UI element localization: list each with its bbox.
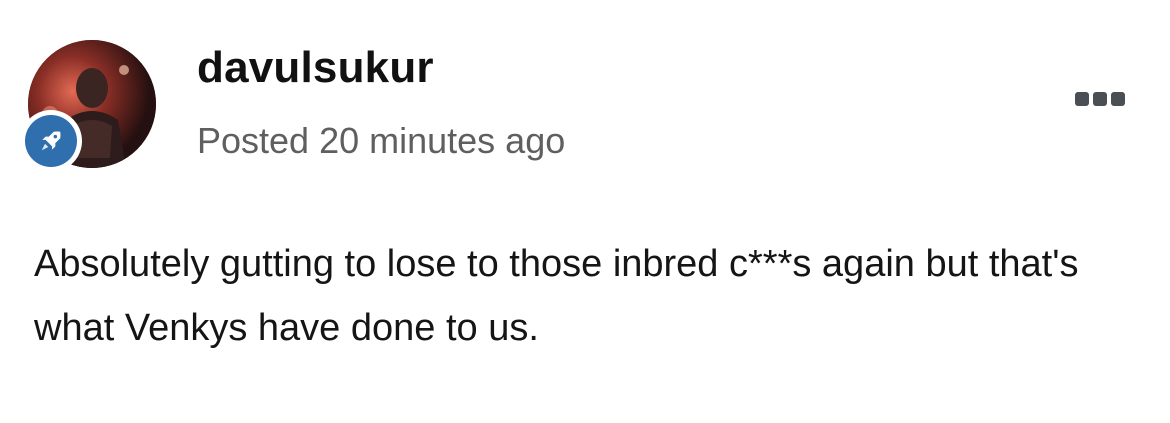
- more-options-icon-dot: [1111, 92, 1125, 106]
- forum-post: davulsukur Posted 20 minutes ago Absolut…: [0, 0, 1170, 423]
- username[interactable]: davulsukur: [197, 40, 434, 96]
- author-avatar-group[interactable]: [20, 40, 160, 172]
- user-badge: [20, 110, 82, 172]
- more-options-button[interactable]: [1068, 84, 1132, 114]
- post-content: Absolutely gutting to lose to those inbr…: [34, 243, 1079, 349]
- more-options-icon-dot: [1093, 92, 1107, 106]
- post-timestamp: Posted 20 minutes ago: [197, 120, 566, 161]
- more-options-icon: [1075, 92, 1089, 106]
- rocket-icon: [25, 115, 77, 167]
